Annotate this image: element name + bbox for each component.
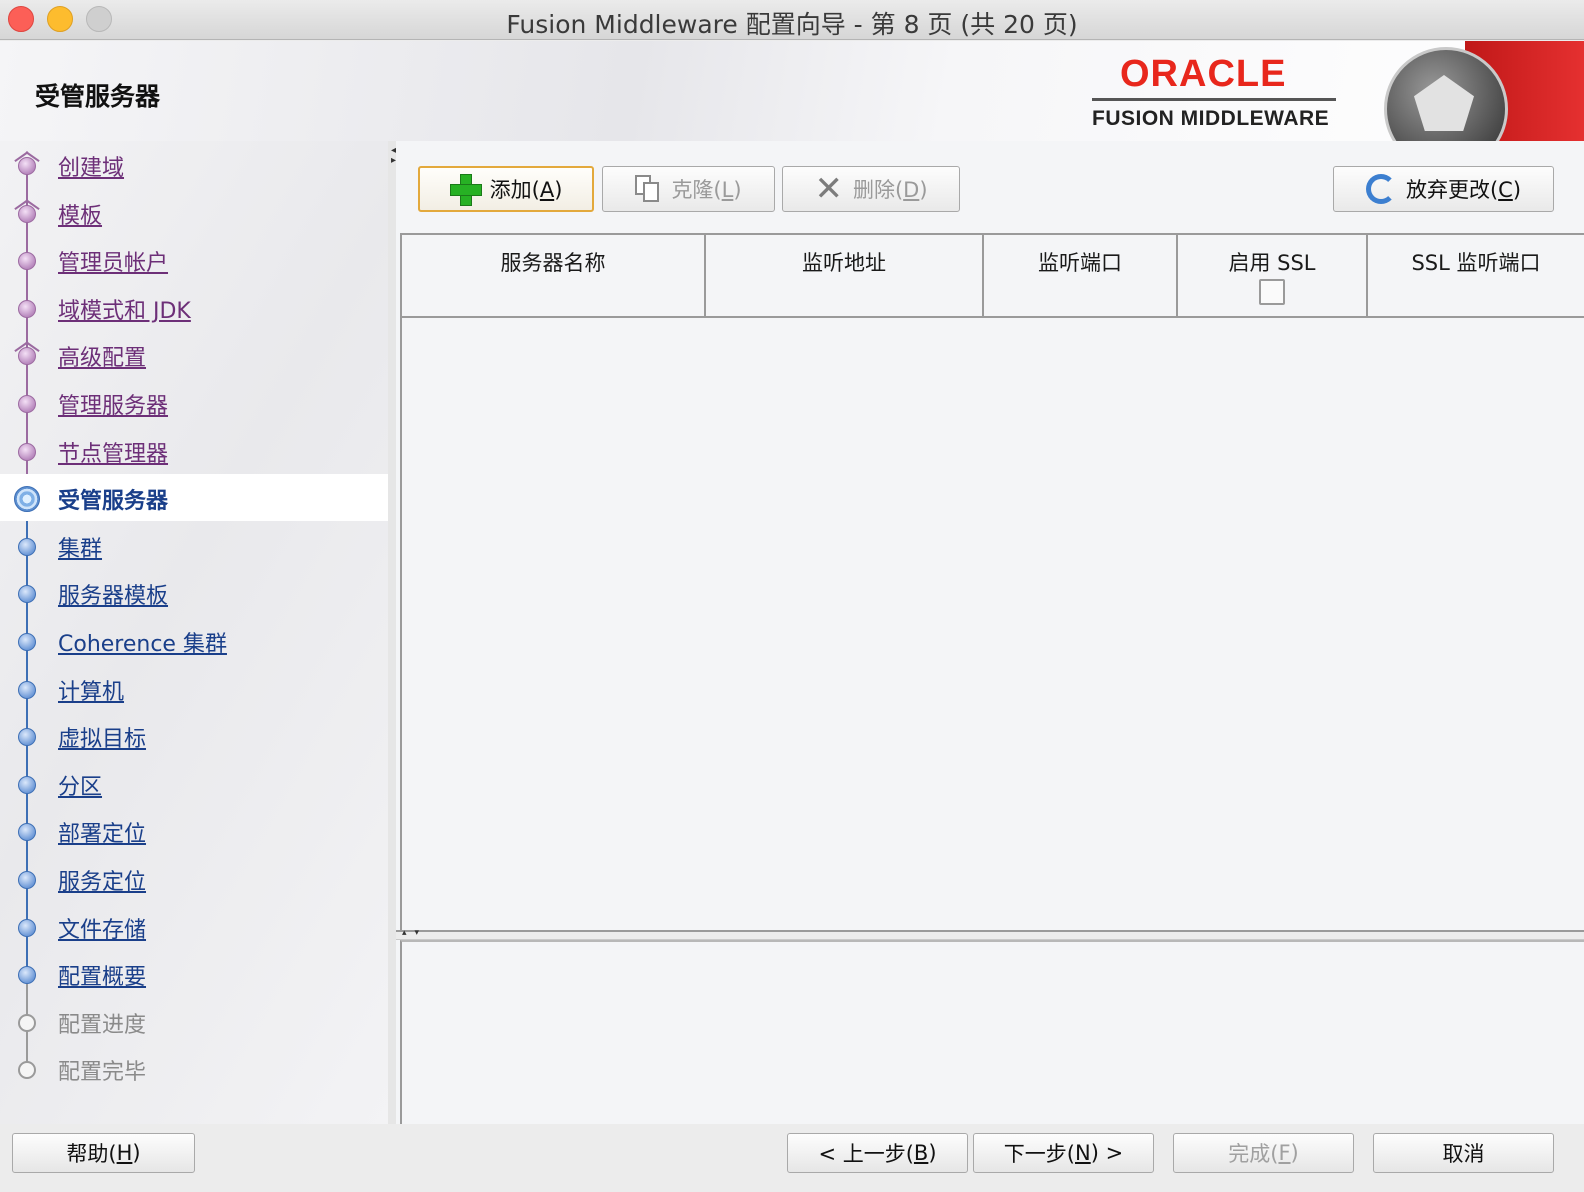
step-status-icon xyxy=(18,918,36,937)
step-status-icon xyxy=(18,442,36,461)
step-status-icon xyxy=(18,775,36,794)
nav-step-label: 配置进度 xyxy=(58,1012,147,1038)
clone-icon xyxy=(635,175,661,203)
nav-step-label: 虚拟目标 xyxy=(58,727,147,753)
delete-x-icon: ✕ xyxy=(814,169,843,209)
table-header: 服务器名称 监听地址 监听端口 启用 SSL SSL 监听端口 xyxy=(400,233,1584,318)
nav-step-label: 配置概要 xyxy=(58,965,147,991)
clone-button[interactable]: 克隆(L) xyxy=(602,166,775,212)
cancel-button[interactable]: 取消 xyxy=(1373,1133,1554,1173)
undo-icon xyxy=(1365,174,1396,204)
nav-step-item[interactable]: 虚拟目标 xyxy=(0,712,390,759)
step-status-icon xyxy=(14,486,40,513)
nav-step-label: 域模式和 JDK xyxy=(58,298,191,324)
nav-step-item[interactable]: 集群 xyxy=(0,522,390,569)
step-status-icon xyxy=(18,204,36,223)
nav-step-item[interactable]: 高级配置 xyxy=(0,331,390,378)
column-header-ssl-listen-port[interactable]: SSL 监听端口 xyxy=(1366,235,1584,316)
sidebar-splitter[interactable] xyxy=(388,141,396,1124)
column-header-listen-address[interactable]: 监听地址 xyxy=(704,235,982,316)
main-panel: 添加(A) 克隆(L) ✕ 删除(D) 放弃更改(C) 服务器名称 监听地址 监… xyxy=(396,141,1584,1124)
nav-step-item[interactable]: 计算机 xyxy=(0,665,390,712)
nav-step-label: 文件存储 xyxy=(58,917,147,943)
step-status-icon xyxy=(18,157,36,175)
column-header-server-name[interactable]: 服务器名称 xyxy=(400,235,704,316)
step-status-icon xyxy=(18,299,36,318)
detail-pane xyxy=(400,940,1584,1124)
fusion-middleware-logo: FUSION MIDDLEWARE xyxy=(1092,107,1330,130)
step-status-icon xyxy=(18,537,36,556)
next-button[interactable]: 下一步(N) > xyxy=(973,1133,1154,1173)
step-status-icon xyxy=(18,633,36,651)
window-title: Fusion Middleware 配置向导 - 第 8 页 (共 20 页) xyxy=(506,10,1078,39)
step-status-icon xyxy=(18,680,36,699)
nav-step-item[interactable]: 模板 xyxy=(0,189,390,236)
add-button[interactable]: 添加(A) xyxy=(418,166,594,212)
step-status-icon xyxy=(18,395,36,413)
step-status-icon xyxy=(18,1013,36,1032)
delete-button[interactable]: ✕ 删除(D) xyxy=(782,166,960,212)
nav-step-label: 高级配置 xyxy=(58,346,147,372)
nav-step-item[interactable]: 配置概要 xyxy=(0,950,390,997)
nav-step-label: 创建域 xyxy=(58,156,125,181)
nav-step-label: 部署定位 xyxy=(58,822,147,848)
nav-step-label: 模板 xyxy=(58,203,103,229)
nav-step-label: 受管服务器 xyxy=(58,489,169,515)
nav-step-item[interactable]: 管理服务器 xyxy=(0,379,390,426)
nav-step-item[interactable]: 创建域 xyxy=(0,141,390,188)
step-status-icon xyxy=(18,966,36,985)
nav-step-label: 管理服务器 xyxy=(58,394,169,419)
enable-ssl-all-checkbox[interactable] xyxy=(1259,279,1285,305)
step-status-icon xyxy=(18,252,36,271)
nav-step-label: 管理员帐户 xyxy=(58,251,169,277)
nav-step-item[interactable]: 服务定位 xyxy=(0,855,390,902)
nav-step-item[interactable]: 受管服务器 xyxy=(0,474,390,522)
step-status-icon xyxy=(18,1061,36,1080)
step-status-icon xyxy=(18,347,36,366)
step-status-icon xyxy=(18,585,36,604)
nav-step-item[interactable]: 管理员帐户 xyxy=(0,236,390,283)
nav-step-item[interactable]: 服务器模板 xyxy=(0,569,390,616)
column-header-listen-port[interactable]: 监听端口 xyxy=(982,235,1176,316)
wizard-header: 受管服务器 ORACLE FUSION MIDDLEWARE xyxy=(0,41,1584,171)
plus-icon xyxy=(449,174,482,206)
wizard-steps-sidebar: 创建域模板管理员帐户域模式和 JDK 高级配置管理服务器节点管理器受管服务器集群服… xyxy=(0,141,390,1124)
pane-splitter[interactable]: ▴▾ xyxy=(396,928,1584,940)
step-status-icon xyxy=(18,728,36,747)
nav-step-item: 配置进度 xyxy=(0,998,390,1045)
servers-table-body[interactable] xyxy=(400,318,1584,930)
back-button[interactable]: < 上一步(B) xyxy=(787,1133,968,1173)
nav-step-item: 配置完毕 xyxy=(0,1045,390,1092)
finish-button[interactable]: 完成(F) xyxy=(1173,1133,1354,1173)
page-title: 受管服务器 xyxy=(35,82,161,111)
nav-step-label: 服务定位 xyxy=(58,870,147,895)
nav-step-item[interactable]: 分区 xyxy=(0,760,390,807)
nav-step-item[interactable]: 部署定位 xyxy=(0,807,390,854)
nav-step-label: Coherence 集群 xyxy=(58,632,227,657)
help-button[interactable]: 帮助(H) xyxy=(12,1133,195,1173)
logo-divider xyxy=(1092,98,1336,101)
nav-step-item[interactable]: 节点管理器 xyxy=(0,427,390,474)
nav-step-item[interactable]: Coherence 集群 xyxy=(0,617,390,664)
column-header-enable-ssl[interactable]: 启用 SSL xyxy=(1176,235,1366,316)
nav-step-item[interactable]: 域模式和 JDK xyxy=(0,284,390,331)
nav-step-label: 集群 xyxy=(58,536,103,562)
discard-changes-button[interactable]: 放弃更改(C) xyxy=(1333,166,1554,212)
step-status-icon xyxy=(18,823,36,842)
oracle-logo: ORACLE xyxy=(1120,53,1287,95)
nav-step-label: 分区 xyxy=(58,774,103,800)
nav-step-label: 服务器模板 xyxy=(58,584,169,610)
splitter-arrows-icon[interactable]: ▴▾ xyxy=(402,928,427,938)
nav-step-label: 配置完毕 xyxy=(58,1060,147,1086)
title-bar: Fusion Middleware 配置向导 - 第 8 页 (共 20 页) xyxy=(0,0,1584,40)
nav-step-label: 节点管理器 xyxy=(58,441,169,467)
nav-step-item[interactable]: 文件存储 xyxy=(0,903,390,950)
nav-step-label: 计算机 xyxy=(58,679,125,705)
step-status-icon xyxy=(18,871,36,889)
